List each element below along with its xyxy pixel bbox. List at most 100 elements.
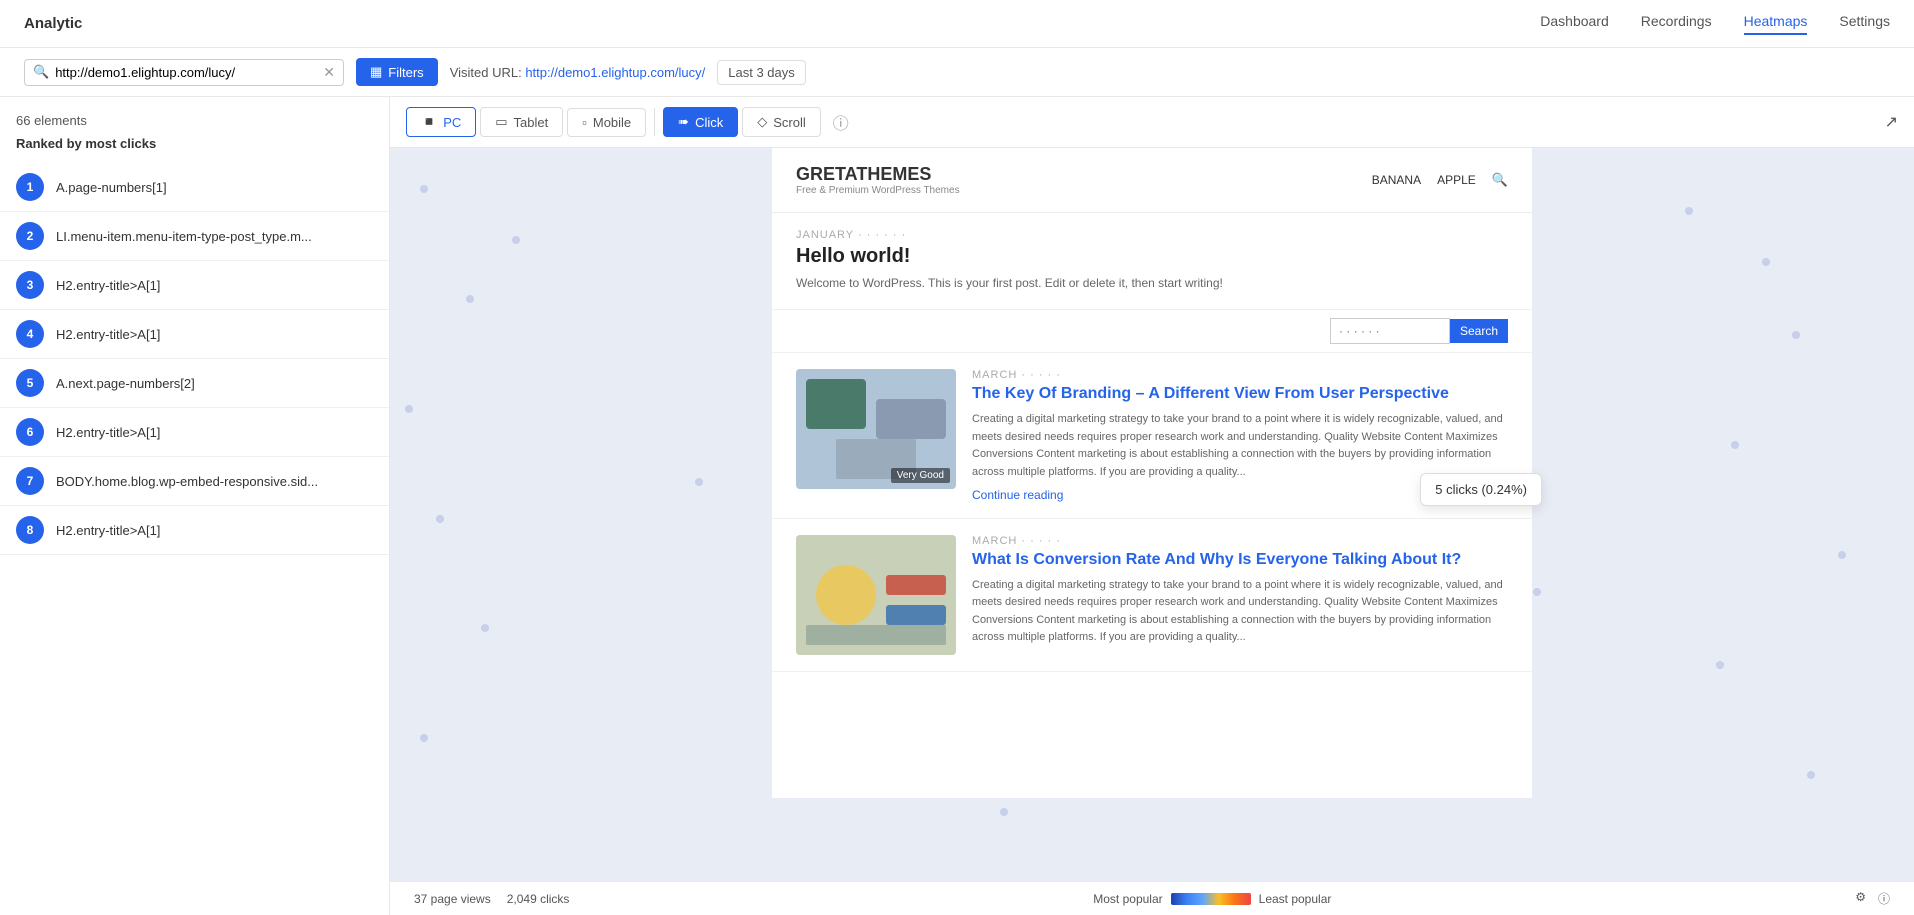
blog-post-branding: Very Good MARCH · · · · · The Key Of Bra… <box>772 353 1532 518</box>
blog-logo-tagline: Free & Premium WordPress Themes <box>796 185 960 196</box>
mobile-icon: ▫ <box>582 115 587 130</box>
bottom-stats: 37 page views 2,049 clicks <box>414 892 569 906</box>
list-item[interactable]: 5 A.next.page-numbers[2] <box>0 359 389 408</box>
click-tooltip: 5 clicks (0.24%) <box>1420 473 1542 506</box>
most-popular-label: Most popular <box>1093 892 1162 906</box>
blog-logo: GRETATHEMES Free & Premium WordPress The… <box>796 164 960 196</box>
tab-pc[interactable]: ◾ PC <box>406 107 476 137</box>
list-item[interactable]: 8 H2.entry-title>A[1] <box>0 506 389 555</box>
blog-preview: GRETATHEMES Free & Premium WordPress The… <box>772 148 1532 798</box>
separator <box>654 108 655 136</box>
list-item[interactable]: 6 H2.entry-title>A[1] <box>0 408 389 457</box>
top-nav: Analytic Dashboard Recordings Heatmaps S… <box>0 0 1914 48</box>
sidebar: 66 elements Ranked by most clicks 1 A.pa… <box>0 97 390 915</box>
clear-url-icon[interactable]: ✕ <box>323 64 335 81</box>
item-number: 7 <box>16 467 44 495</box>
toolbar: 🔍 ✕ ▦ Filters Visited URL: http://demo1.… <box>0 48 1914 97</box>
heatmap-legend: Most popular Least popular <box>1093 892 1331 906</box>
nav-dashboard[interactable]: Dashboard <box>1540 13 1609 35</box>
cursor-icon: ➠ <box>678 114 689 130</box>
list-item[interactable]: 2 LI.menu-item.menu-item-type-post_type.… <box>0 212 389 261</box>
settings-icon[interactable]: ⚙ <box>1855 890 1866 907</box>
post-date: MARCH · · · · · <box>972 369 1508 381</box>
post-title[interactable]: Hello world! <box>796 245 1508 268</box>
item-label: H2.entry-title>A[1] <box>56 523 160 538</box>
post-date-2: MARCH · · · · · <box>972 535 1508 547</box>
item-number: 5 <box>16 369 44 397</box>
nav-settings[interactable]: Settings <box>1839 13 1890 35</box>
content-pane: ◾ PC ▭ Tablet ▫ Mobile ➠ Click ◇ Scroll … <box>390 97 1914 915</box>
tab-mobile[interactable]: ▫ Mobile <box>567 108 646 137</box>
list-item[interactable]: 4 H2.entry-title>A[1] <box>0 310 389 359</box>
list-item[interactable]: 3 H2.entry-title>A[1] <box>0 261 389 310</box>
clicks-stat: 2,049 clicks <box>507 892 570 906</box>
page-views-stat: 37 page views <box>414 892 491 906</box>
bottom-right-icons: ⚙ ⓘ <box>1855 890 1890 907</box>
item-label: H2.entry-title>A[1] <box>56 327 160 342</box>
filter-icon: ▦ <box>370 64 382 80</box>
tablet-icon: ▭ <box>495 114 507 130</box>
blog-nav-right: BANANA APPLE 🔍 <box>1372 172 1508 188</box>
post-excerpt: Welcome to WordPress. This is your first… <box>796 274 1508 293</box>
item-label: LI.menu-item.menu-item-type-post_type.m.… <box>56 229 312 244</box>
item-number: 3 <box>16 271 44 299</box>
bottom-bar: 37 page views 2,049 clicks Most popular … <box>390 881 1914 915</box>
info-circle-icon[interactable]: ⓘ <box>1878 890 1890 907</box>
url-input-wrap: 🔍 ✕ <box>24 59 344 86</box>
item-label: H2.entry-title>A[1] <box>56 278 160 293</box>
info-icon[interactable]: ⓘ <box>833 110 849 134</box>
item-label: H2.entry-title>A[1] <box>56 425 160 440</box>
blog-search-icon[interactable]: 🔍 <box>1492 172 1508 188</box>
item-number: 4 <box>16 320 44 348</box>
post-card-content-2: MARCH · · · · · What Is Conversion Rate … <box>972 535 1508 655</box>
blog-header: GRETATHEMES Free & Premium WordPress The… <box>772 148 1532 213</box>
blog-post-hello-world: JANUARY · · · · · · Hello world! Welcome… <box>772 213 1532 310</box>
item-label: A.next.page-numbers[2] <box>56 376 195 391</box>
post-title-link[interactable]: The Key Of Branding – A Different View F… <box>972 385 1508 403</box>
post-thumbnail-2 <box>796 535 956 655</box>
element-count: 66 elements <box>0 113 389 136</box>
tab-scroll[interactable]: ◇ Scroll <box>742 107 821 137</box>
legend-gradient <box>1171 893 1251 905</box>
scroll-icon: ◇ <box>757 114 767 130</box>
tab-click[interactable]: ➠ Click <box>663 107 738 137</box>
nav-heatmaps[interactable]: Heatmaps <box>1744 13 1808 35</box>
item-label: BODY.home.blog.wp-embed-responsive.sid..… <box>56 474 318 489</box>
post-thumb-label: Very Good <box>891 468 950 483</box>
search-button[interactable]: Search <box>1450 319 1508 343</box>
post-body-2: Creating a digital marketing strategy to… <box>972 577 1508 647</box>
post-body: Creating a digital marketing strategy to… <box>972 411 1508 481</box>
pc-icon: ◾ <box>421 114 437 130</box>
filters-button[interactable]: ▦ Filters <box>356 58 438 86</box>
last-days-badge[interactable]: Last 3 days <box>717 60 806 85</box>
blog-nav-banana[interactable]: BANANA <box>1372 173 1421 187</box>
export-icon[interactable]: ↗ <box>1885 112 1898 132</box>
url-input[interactable] <box>55 65 323 80</box>
nav-recordings[interactable]: Recordings <box>1641 13 1712 35</box>
ranked-heading: Ranked by most clicks <box>0 136 389 163</box>
post-thumbnail: Very Good <box>796 369 956 489</box>
blog-logo-name: GRETATHEMES <box>796 164 960 185</box>
blog-post-conversion: MARCH · · · · · What Is Conversion Rate … <box>772 519 1532 672</box>
post-title-link-2[interactable]: What Is Conversion Rate And Why Is Every… <box>972 551 1508 569</box>
heatmap-preview: GRETATHEMES Free & Premium WordPress The… <box>390 148 1914 881</box>
blog-search-input[interactable] <box>1330 318 1450 344</box>
list-item[interactable]: 7 BODY.home.blog.wp-embed-responsive.sid… <box>0 457 389 506</box>
blog-nav-apple[interactable]: APPLE <box>1437 173 1476 187</box>
least-popular-label: Least popular <box>1259 892 1332 906</box>
item-number: 8 <box>16 516 44 544</box>
app-title: Analytic <box>24 15 82 32</box>
item-number: 1 <box>16 173 44 201</box>
item-number: 6 <box>16 418 44 446</box>
item-number: 2 <box>16 222 44 250</box>
post-date: JANUARY · · · · · · <box>796 229 1508 241</box>
search-icon: 🔍 <box>33 64 49 80</box>
main-layout: 66 elements Ranked by most clicks 1 A.pa… <box>0 97 1914 915</box>
tab-tablet[interactable]: ▭ Tablet <box>480 107 563 137</box>
visited-url-link[interactable]: http://demo1.elightup.com/lucy/ <box>525 65 705 80</box>
item-label: A.page-numbers[1] <box>56 180 167 195</box>
visited-url-label: Visited URL: http://demo1.elightup.com/l… <box>450 65 706 80</box>
list-item[interactable]: 1 A.page-numbers[1] <box>0 163 389 212</box>
device-tabs-bar: ◾ PC ▭ Tablet ▫ Mobile ➠ Click ◇ Scroll … <box>390 97 1914 148</box>
nav-links: Dashboard Recordings Heatmaps Settings <box>1540 13 1890 35</box>
